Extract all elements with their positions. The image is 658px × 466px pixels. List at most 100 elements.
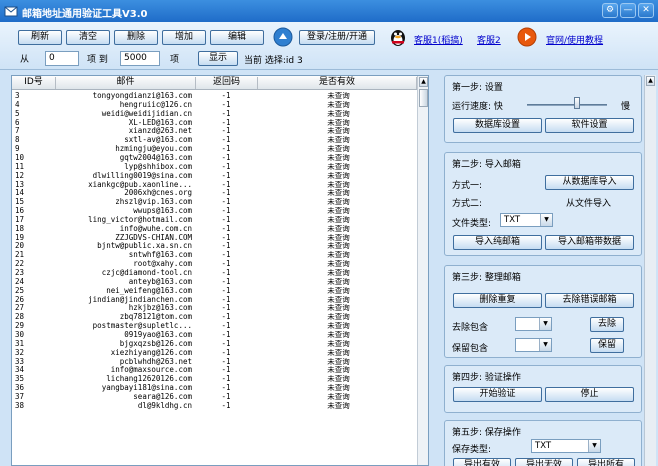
table-row[interactable]: 8 sxtl-av@163.com -1 未查询: [12, 136, 417, 145]
table-row[interactable]: 38 dl@9kldhg.cn -1 未查询: [12, 402, 417, 411]
table-row[interactable]: 18 info@wuhe.com.cn -1 未查询: [12, 225, 417, 234]
add-button[interactable]: 增加: [162, 30, 206, 45]
speed-slider-thumb[interactable]: [573, 97, 580, 109]
chevron-down-icon[interactable]: ▼: [540, 214, 552, 226]
table-row[interactable]: 15 zhszl@vip.163.com -1 未查询: [12, 198, 417, 207]
table-row[interactable]: 23 czjc@diamond-tool.cn -1 未查询: [12, 269, 417, 278]
edit-button[interactable]: 编辑: [210, 30, 264, 45]
table-row[interactable]: 30 0919yao@163.com -1 未查询: [12, 331, 417, 340]
login-arrow-icon[interactable]: [273, 27, 293, 47]
cell-return-code: -1: [221, 145, 231, 154]
export-invalid-button[interactable]: 导出无效: [515, 458, 573, 466]
header-id[interactable]: ID号: [12, 77, 56, 89]
table-row[interactable]: 12 dlwilling0019@sina.com -1 未查询: [12, 172, 417, 181]
table-row[interactable]: 20 bjntw@public.xa.sn.cn -1 未查询: [12, 242, 417, 251]
import-from-db-button[interactable]: 从数据库导入: [545, 175, 634, 190]
export-valid-button[interactable]: 导出有效: [453, 458, 511, 466]
email-list[interactable]: ID号 邮件 返回码 是否有效 3 tongyongdianzi@163.com -…: [11, 75, 429, 466]
import-with-data-button[interactable]: 导入邮箱带数据: [545, 235, 634, 250]
table-row[interactable]: 13 xiankgc@pub.xaonline... -1 未查询: [12, 181, 417, 190]
table-row[interactable]: 14 2006xh@cnes.org -1 未查询: [12, 189, 417, 198]
list-scrollbar[interactable]: ▲: [417, 76, 428, 465]
show-button[interactable]: 显示: [198, 51, 238, 66]
software-settings-button[interactable]: 软件设置: [545, 118, 634, 133]
table-row[interactable]: 29 postmaster@supletlc... -1 未查询: [12, 322, 417, 331]
table-row[interactable]: 19 ZZJGDVS-CHIAN.COM -1 未查询: [12, 234, 417, 243]
table-row[interactable]: 21 sntwhf@163.com -1 未查询: [12, 251, 417, 260]
speed-label: 运行速度: 快: [452, 102, 503, 112]
scroll-up-icon[interactable]: ▲: [646, 76, 655, 86]
table-row[interactable]: 16 wwups@163.com -1 未查询: [12, 207, 417, 216]
remove-contains-select[interactable]: ▼: [515, 317, 552, 331]
table-row[interactable]: 7 xianzd@263.net -1 未查询: [12, 127, 417, 136]
dedupe-button[interactable]: 删除重复: [453, 293, 542, 308]
table-row[interactable]: 24 anteyb@163.com -1 未查询: [12, 278, 417, 287]
import-plain-button[interactable]: 导入纯邮箱: [453, 235, 542, 250]
table-row[interactable]: 26 jindian@jindianchen.com -1 未查询: [12, 296, 417, 305]
remove-invalid-button[interactable]: 去除错误邮箱: [545, 293, 634, 308]
chevron-down-icon[interactable]: ▼: [539, 339, 551, 351]
from-input[interactable]: 0: [45, 51, 79, 66]
table-row[interactable]: 17 ling_victor@hotmail.com -1 未查询: [12, 216, 417, 225]
keep-contains-select[interactable]: ▼: [515, 338, 552, 352]
chevron-down-icon[interactable]: ▼: [588, 440, 600, 452]
table-row[interactable]: 5 weidi@weidijidian.cn -1 未查询: [12, 110, 417, 119]
website-link[interactable]: 官网/使用教程: [546, 33, 603, 46]
support2-link[interactable]: 客服2: [477, 33, 501, 46]
panel-scrollbar[interactable]: ▲: [644, 75, 656, 466]
scroll-thumb[interactable]: [419, 89, 428, 107]
cell-valid: 未查询: [327, 233, 350, 242]
table-row[interactable]: 11 lyp@shhibox.com -1 未查询: [12, 163, 417, 172]
to-input[interactable]: 5000: [120, 51, 160, 66]
scroll-up-icon[interactable]: ▲: [419, 77, 428, 87]
table-row[interactable]: 34 info@maxsource.com -1 未查询: [12, 366, 417, 375]
cell-valid: 未查询: [327, 215, 350, 224]
settings-icon[interactable]: ⚙: [602, 3, 618, 18]
table-row[interactable]: 9 hzmingju@eyou.com -1 未查询: [12, 145, 417, 154]
table-row[interactable]: 27 hzkjbz@163.com -1 未查询: [12, 304, 417, 313]
login-button[interactable]: 登录/注册/开通: [299, 30, 375, 45]
table-row[interactable]: 4 hengruiic@126.cn -1 未查询: [12, 101, 417, 110]
table-row[interactable]: 33 pcblwhdh@263.net -1 未查询: [12, 358, 417, 367]
start-verify-button[interactable]: 开始验证: [453, 387, 542, 402]
table-row[interactable]: 35 lichang12620126.com -1 未查询: [12, 375, 417, 384]
close-button[interactable]: ✕: [638, 3, 654, 18]
import-from-file-label[interactable]: 从文件导入: [566, 196, 611, 209]
table-row[interactable]: 10 gqtw2004@163.com -1 未查询: [12, 154, 417, 163]
save-type-select[interactable]: TXT ▼: [531, 439, 601, 453]
file-type-select[interactable]: TXT ▼: [500, 213, 553, 227]
delete-button[interactable]: 删除: [114, 30, 158, 45]
cell-return-code: -1: [221, 348, 231, 357]
table-row[interactable]: 37 seara@126.com -1 未查询: [12, 393, 417, 402]
table-row[interactable]: 36 yangbayi181@sina.com -1 未查询: [12, 384, 417, 393]
export-all-button[interactable]: 导出所有: [577, 458, 635, 466]
clear-button[interactable]: 清空: [66, 30, 110, 45]
table-row[interactable]: 25 nei_weifeng@163.com -1 未查询: [12, 287, 417, 296]
table-row[interactable]: 3 tongyongdianzi@163.com -1 未查询: [12, 92, 417, 101]
from-label: 从: [20, 55, 30, 65]
support1-link[interactable]: 客服1(稻搞): [414, 33, 463, 46]
cell-return-code: -1: [221, 233, 231, 242]
cell-email: nei_weifeng@163.com: [106, 286, 192, 295]
minimize-button[interactable]: —: [620, 3, 636, 18]
cell-email: postmaster@supletlc...: [92, 322, 192, 331]
header-email[interactable]: 邮件: [56, 77, 196, 89]
header-valid[interactable]: 是否有效: [258, 77, 417, 89]
remove-button[interactable]: 去除: [590, 317, 624, 332]
table-row[interactable]: 32 xiezhiyang@126.com -1 未查询: [12, 349, 417, 358]
table-row[interactable]: 31 bjgxqzsb@126.com -1 未查询: [12, 340, 417, 349]
website-play-icon[interactable]: [517, 27, 537, 47]
table-row[interactable]: 6 XL-LED@163.com -1 未查询: [12, 119, 417, 128]
refresh-button[interactable]: 刷新: [18, 30, 62, 45]
header-return-code[interactable]: 返回码: [196, 77, 258, 89]
chevron-down-icon[interactable]: ▼: [539, 318, 551, 330]
file-type-label: 文件类型:: [452, 219, 492, 229]
db-settings-button[interactable]: 数据库设置: [453, 118, 542, 133]
cell-email: wwups@163.com: [133, 207, 192, 216]
stop-button[interactable]: 停止: [545, 387, 634, 402]
qq-penguin-icon[interactable]: [387, 26, 409, 48]
table-row[interactable]: 28 zbq78121@tom.com -1 未查询: [12, 313, 417, 322]
table-row[interactable]: 22 root@xahy.com -1 未查询: [12, 260, 417, 269]
keep-button[interactable]: 保留: [590, 338, 624, 353]
keep-contains-label: 保留包含: [452, 344, 489, 354]
